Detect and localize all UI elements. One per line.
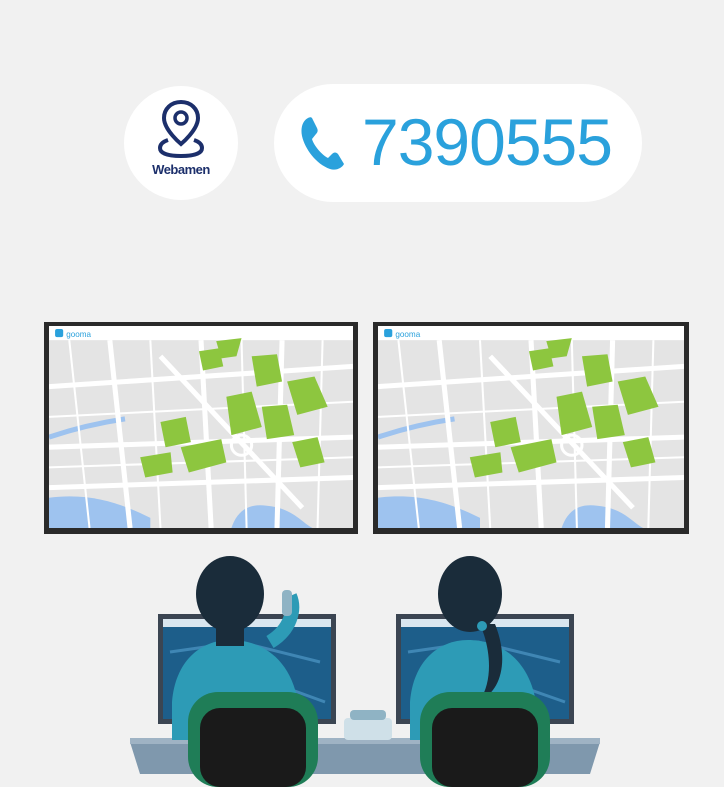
desk-phone-icon [344,710,392,740]
phone-contact-pill[interactable]: 7390555 [274,84,642,202]
phone-handset-icon [301,117,344,170]
chair-right [420,692,550,787]
map-monitor-left: gooma [44,322,358,534]
chair-left [188,692,318,787]
city-map-left: gooma [49,326,353,528]
phone-number[interactable]: 7390555 [362,106,613,178]
map-monitor-right: gooma [373,322,689,534]
map-app-logo-icon [55,329,64,338]
brand-name: Webamen [152,162,210,177]
call-center-operators-illustration [130,556,600,787]
phone-receiver-icon [282,590,292,616]
map-app-logo-icon [384,329,393,338]
map-pin-icon [158,99,204,159]
map-brand-label: gooma [66,330,91,339]
brand-logo-badge: Webamen [124,86,238,200]
city-map-right: gooma [378,326,684,528]
map-brand-label: gooma [395,330,420,339]
